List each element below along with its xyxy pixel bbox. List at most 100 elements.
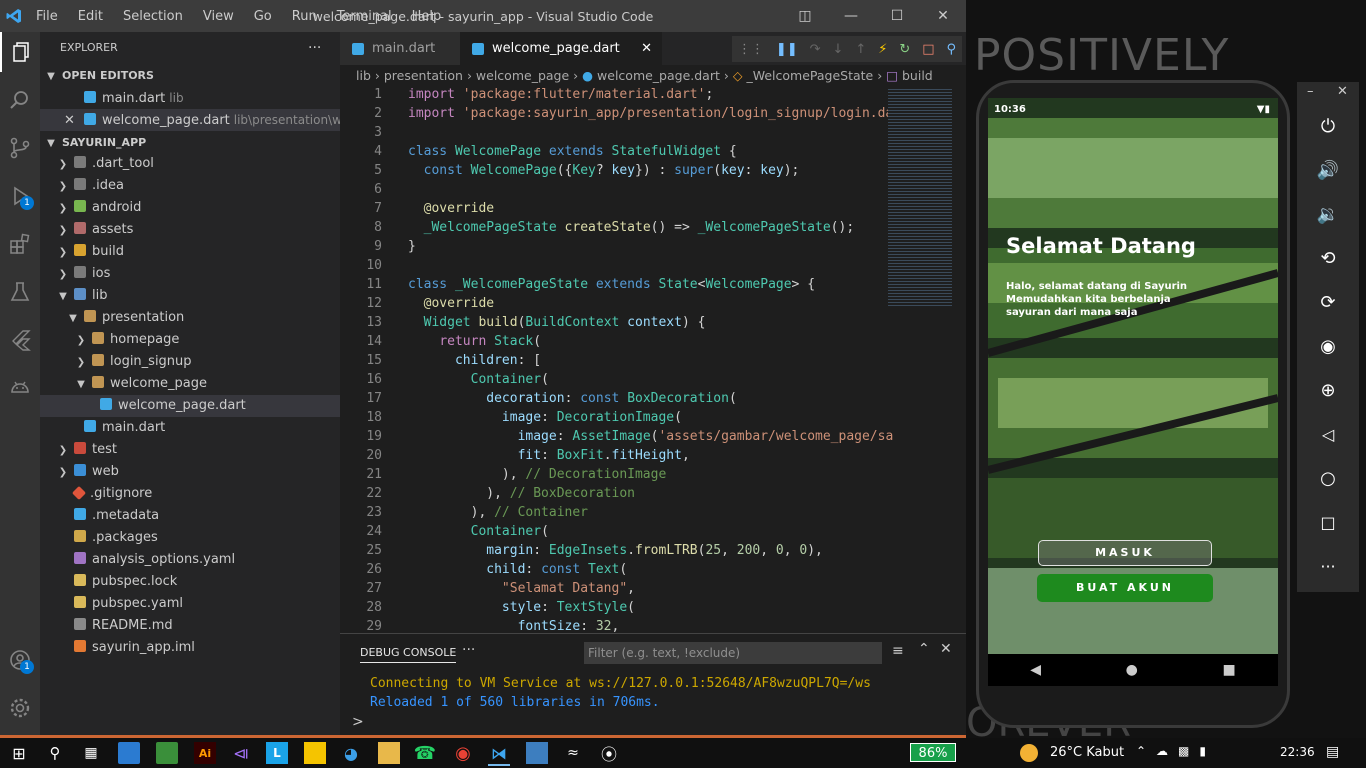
drag-handle-icon[interactable]: ⋮⋮: [738, 42, 764, 57]
volume-down-icon[interactable]: 🔉: [1297, 192, 1359, 236]
settings-gear-icon[interactable]: [0, 688, 40, 728]
tree-item[interactable]: pubspec.yaml: [40, 593, 374, 615]
tree-item[interactable]: main.dart: [40, 417, 384, 439]
close-button[interactable]: ✕: [920, 0, 966, 32]
search-icon[interactable]: [0, 80, 40, 120]
recents-nav-icon[interactable]: ■: [1222, 662, 1235, 678]
tree-item[interactable]: .packages: [40, 527, 374, 549]
notifications-icon[interactable]: ▤: [1326, 744, 1339, 760]
breadcrumb-item[interactable]: _WelcomePageState: [746, 68, 873, 83]
battery-indicator[interactable]: 86%: [910, 743, 956, 762]
tree-item[interactable]: ❯ login_signup: [40, 351, 374, 373]
app-l-icon[interactable]: L: [266, 742, 288, 764]
menu-run[interactable]: Run: [282, 9, 327, 24]
tree-item[interactable]: .metadata: [40, 505, 374, 527]
back-nav-icon[interactable]: ◀: [1030, 662, 1041, 678]
back-icon[interactable]: ◁: [1297, 412, 1359, 456]
maximize-panel-icon[interactable]: ⌃: [918, 641, 930, 657]
menu-go[interactable]: Go: [244, 9, 282, 24]
whatsapp-icon[interactable]: ☎: [414, 742, 436, 764]
more-actions-icon[interactable]: ···: [462, 642, 475, 658]
step-over-icon[interactable]: ↷: [810, 42, 821, 57]
breadcrumb-item[interactable]: welcome_page.dart: [597, 68, 720, 83]
menu-file[interactable]: File: [26, 9, 68, 24]
breadcrumb-item[interactable]: welcome_page: [476, 68, 569, 83]
code-editor[interactable]: 1 import 'package:flutter/material.dart'…: [340, 87, 966, 633]
app-icon[interactable]: ≈: [562, 742, 584, 764]
more-actions-icon[interactable]: ···: [308, 37, 328, 59]
search-icon[interactable]: ⚲: [44, 742, 66, 764]
tree-item[interactable]: ❯ homepage: [40, 329, 374, 351]
tree-item[interactable]: ▼ presentation: [40, 307, 366, 329]
testing-icon[interactable]: [0, 272, 40, 312]
android-icon[interactable]: [0, 368, 40, 408]
home-icon[interactable]: ○: [1297, 456, 1359, 500]
vscode-taskbar-icon[interactable]: ⧒: [488, 742, 510, 766]
tree-item[interactable]: README.md: [40, 615, 374, 637]
volume-up-icon[interactable]: 🔊: [1297, 148, 1359, 192]
hot-reload-icon[interactable]: ⚡: [878, 42, 887, 57]
emulator-minimize-icon[interactable]: –: [1307, 84, 1314, 99]
tree-item[interactable]: ❯ test: [40, 439, 356, 461]
menu-edit[interactable]: Edit: [68, 9, 113, 24]
menu-help[interactable]: Help: [402, 9, 452, 24]
extensions-icon[interactable]: [0, 224, 40, 264]
close-editor-icon[interactable]: ✕: [64, 110, 84, 132]
weather-text[interactable]: 26°C Kabut: [1050, 745, 1124, 760]
signup-button[interactable]: BUAT AKUN: [1037, 574, 1213, 602]
open-editor-item[interactable]: main.dart lib: [40, 87, 384, 109]
task-view-icon[interactable]: ▦: [80, 742, 102, 764]
tree-item[interactable]: ❯ .idea: [40, 175, 356, 197]
chrome-icon[interactable]: ◉: [452, 742, 474, 764]
source-control-icon[interactable]: [0, 128, 40, 168]
tree-item[interactable]: ▼ welcome_page: [40, 373, 374, 395]
filter-input[interactable]: Filter (e.g. text, !exclude): [584, 642, 882, 664]
more-options-icon[interactable]: ···: [1297, 544, 1359, 588]
breadcrumb-item[interactable]: presentation: [384, 68, 463, 83]
accounts-icon[interactable]: 1: [0, 640, 40, 680]
minimize-button[interactable]: —: [828, 0, 874, 32]
close-panel-icon[interactable]: ✕: [940, 641, 952, 657]
project-header[interactable]: ▼ SAYURIN_APP: [40, 132, 344, 154]
tree-item[interactable]: sayurin_app.iml: [40, 637, 374, 659]
tray-icons[interactable]: ⌃☁▩▮: [1136, 744, 1216, 758]
store-app-icon[interactable]: [118, 742, 140, 764]
tree-item[interactable]: analysis_options.yaml: [40, 549, 374, 571]
tree-item[interactable]: ❯ .dart_tool: [40, 153, 356, 175]
tree-item[interactable]: .gitignore: [40, 483, 374, 505]
explorer-icon[interactable]: [0, 32, 42, 72]
menu-view[interactable]: View: [193, 9, 244, 24]
tree-item[interactable]: ▼ lib: [40, 285, 356, 307]
tree-item[interactable]: ❯ build: [40, 241, 356, 263]
layout-icon[interactable]: ◫: [782, 0, 828, 32]
debug-console-tab[interactable]: DEBUG CONSOLE: [360, 646, 457, 663]
home-nav-icon[interactable]: ●: [1126, 662, 1138, 678]
menu-terminal[interactable]: Terminal: [327, 9, 402, 24]
open-editors-header[interactable]: ▼ OPEN EDITORS: [40, 65, 344, 87]
illustrator-icon[interactable]: Ai: [194, 742, 216, 764]
tree-item[interactable]: ❯ android: [40, 197, 356, 219]
phone-screen[interactable]: 10:36 ▼▮ Selamat Datang Halo, selamat da…: [988, 98, 1278, 654]
file-explorer-icon[interactable]: [378, 742, 400, 764]
close-tab-icon[interactable]: ✕: [641, 32, 652, 65]
flutter-icon[interactable]: [0, 320, 40, 360]
step-out-icon[interactable]: ↑: [855, 42, 866, 57]
minimap[interactable]: [888, 87, 952, 307]
pause-icon[interactable]: ❚❚: [776, 42, 798, 57]
step-into-icon[interactable]: ↓: [833, 42, 844, 57]
zoom-icon[interactable]: ⊕: [1297, 368, 1359, 412]
tab-welcome-page-dart[interactable]: welcome_page.dart ✕: [460, 32, 662, 65]
breadcrumb-item[interactable]: build: [902, 68, 933, 83]
windows-start-icon[interactable]: ⊞: [8, 742, 30, 764]
tree-item[interactable]: ❯ web: [40, 461, 356, 483]
tree-item[interactable]: ❯ assets: [40, 219, 356, 241]
rotate-right-icon[interactable]: ⟳: [1297, 280, 1359, 324]
app-icon[interactable]: [526, 742, 548, 764]
maximize-button[interactable]: ☐: [874, 0, 920, 32]
rotate-left-icon[interactable]: ⟲: [1297, 236, 1359, 280]
console-prompt[interactable]: >: [352, 714, 364, 730]
open-editor-item[interactable]: ✕ welcome_page.dart lib\presentation\welc.…: [40, 109, 371, 132]
sticky-notes-icon[interactable]: [304, 742, 326, 764]
clock[interactable]: 22:36: [1280, 745, 1315, 759]
app-icon[interactable]: ⦿: [598, 742, 620, 764]
